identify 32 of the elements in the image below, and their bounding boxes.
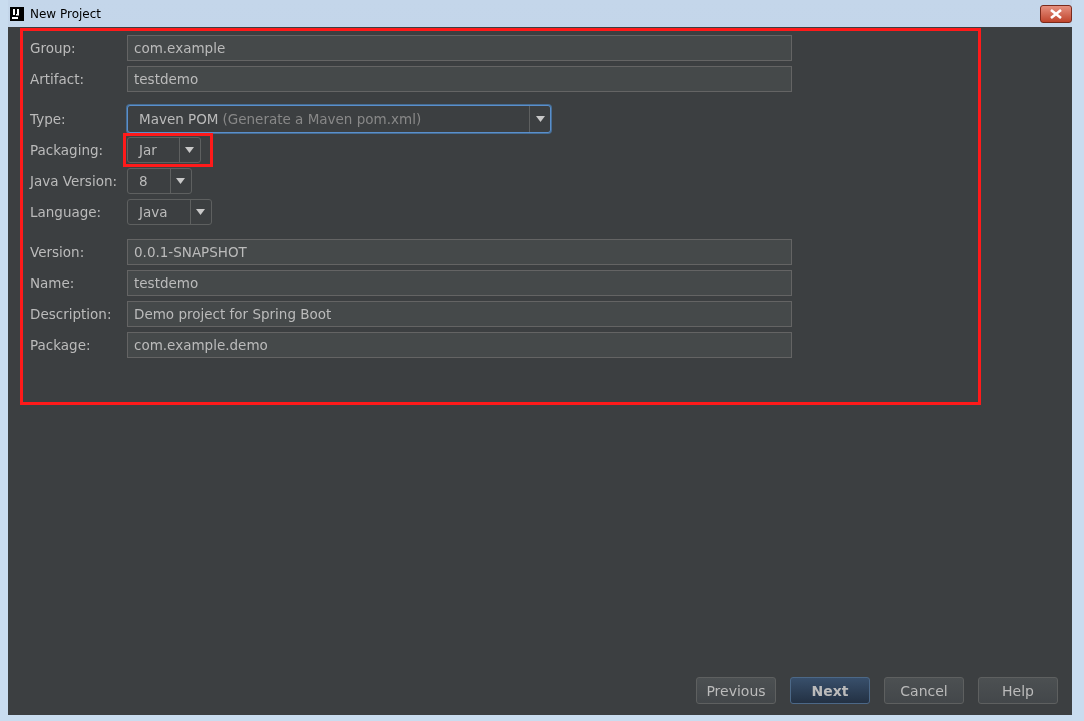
dropdown[interactable]: Java [127, 199, 212, 225]
dropdown[interactable]: 8 [127, 168, 192, 194]
dialog-button[interactable]: Help [978, 677, 1058, 704]
close-button[interactable] [1040, 4, 1072, 23]
input-field[interactable]: testdemo [127, 270, 792, 296]
dropdown-arrow-icon [176, 178, 186, 184]
field-label: Packaging: [30, 142, 105, 158]
dropdown-arrow-icon [196, 209, 206, 215]
field-label: Description: [30, 306, 113, 322]
close-icon [1049, 8, 1063, 19]
input-field[interactable]: com.example [127, 35, 792, 61]
field-label: Language: [30, 204, 103, 220]
input-field[interactable]: Demo project for Spring Boot [127, 301, 792, 327]
input-field[interactable]: testdemo [127, 66, 792, 92]
dropdown-arrow-icon [535, 116, 545, 122]
dialog-button[interactable]: Next [790, 677, 870, 704]
input-field[interactable]: com.example.demo [127, 332, 792, 358]
field-label: Group: [30, 40, 77, 56]
field-label: Package: [30, 337, 92, 353]
window-title: New Project [30, 6, 102, 21]
dropdown[interactable]: Jar [127, 137, 201, 163]
field-label: Java Version: [30, 173, 118, 189]
dialog-button[interactable]: Previous [696, 677, 776, 704]
field-label: Name: [30, 275, 76, 291]
input-field[interactable]: 0.0.1-SNAPSHOT [127, 239, 792, 265]
dialog-button[interactable]: Cancel [884, 677, 964, 704]
field-label: Version: [30, 244, 86, 260]
app-logo-icon [10, 6, 24, 21]
field-label: Type: [30, 111, 67, 127]
field-label: Artifact: [30, 71, 86, 87]
dropdown-arrow-icon [185, 147, 195, 153]
dropdown[interactable]: Maven POM (Generate a Maven pom.xml) [127, 105, 551, 133]
